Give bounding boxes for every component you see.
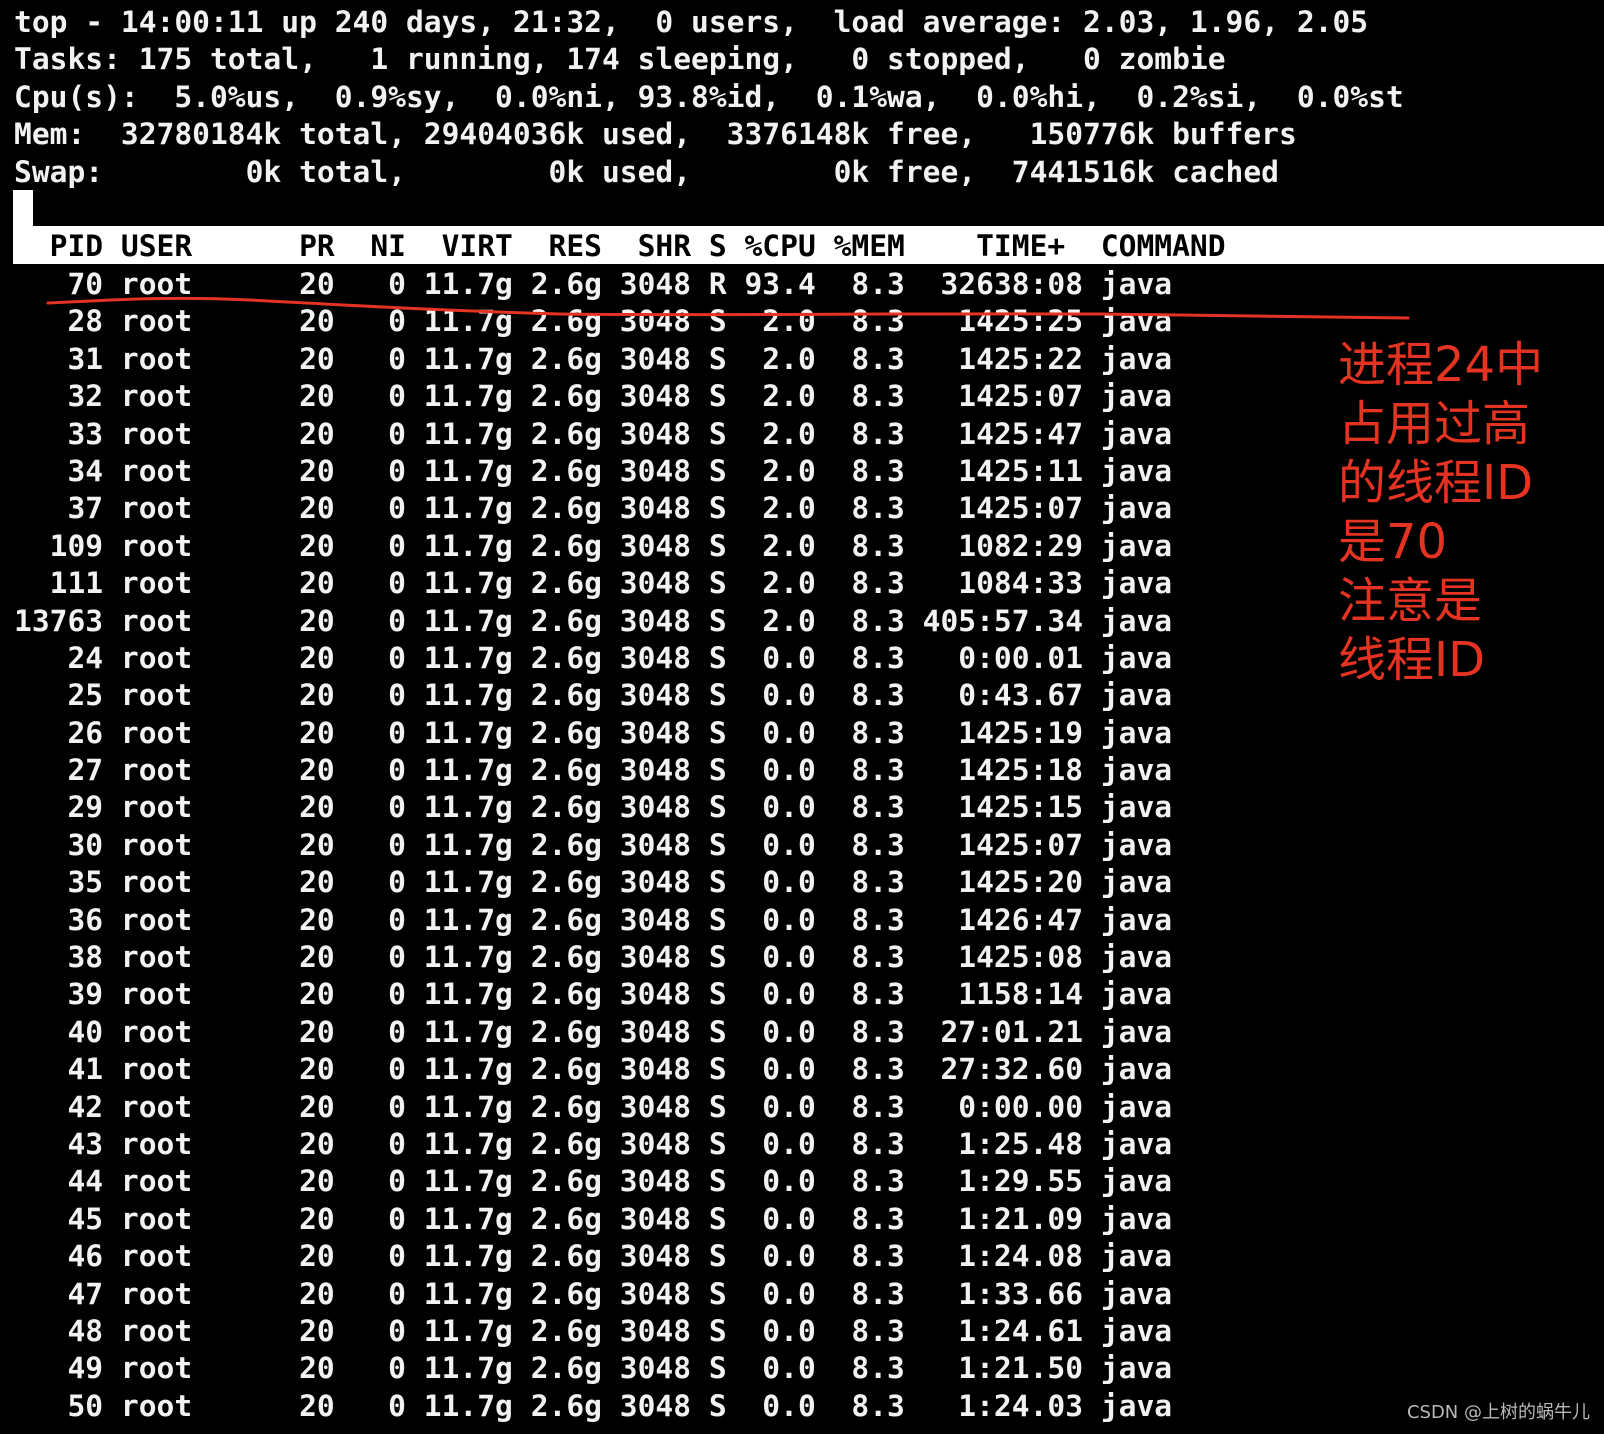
annotation-line: 的线程ID xyxy=(1338,455,1534,511)
table-row: 29 root 20 0 11.7g 2.6g 3048 S 0.0 8.3 1… xyxy=(14,790,1173,825)
process-table-body: 70 root 20 0 11.7g 2.6g 3048 R 93.4 8.3 … xyxy=(14,266,1172,1425)
table-row: 45 root 20 0 11.7g 2.6g 3048 S 0.0 8.3 1… xyxy=(14,1201,1173,1236)
annotation-line: 进程24中 xyxy=(1338,337,1544,393)
annotation-line: 占用过高 xyxy=(1338,396,1531,452)
table-row: 34 root 20 0 11.7g 2.6g 3048 S 2.0 8.3 1… xyxy=(14,453,1173,488)
annotation-line: 线程ID xyxy=(1338,632,1486,688)
table-row: 44 root 20 0 11.7g 2.6g 3048 S 0.0 8.3 1… xyxy=(14,1164,1173,1199)
table-row: 33 root 20 0 11.7g 2.6g 3048 S 2.0 8.3 1… xyxy=(14,416,1173,451)
table-row: 41 root 20 0 11.7g 2.6g 3048 S 0.0 8.3 2… xyxy=(14,1052,1173,1087)
table-row: 39 root 20 0 11.7g 2.6g 3048 S 0.0 8.3 1… xyxy=(14,977,1173,1012)
table-row: 48 root 20 0 11.7g 2.6g 3048 S 0.0 8.3 1… xyxy=(14,1313,1173,1348)
terminal-window: top - 14:00:11 up 240 days, 21:32, 0 use… xyxy=(0,0,1604,1434)
table-row: 36 root 20 0 11.7g 2.6g 3048 S 0.0 8.3 1… xyxy=(14,902,1173,937)
summary-swap-line: Swap: 0k total, 0k used, 0k free, 744151… xyxy=(14,154,1280,189)
red-note-annotation: 进程24中 占用过高 的线程ID 是70 注意是 线程ID xyxy=(1338,336,1598,690)
summary-cpu-line: Cpu(s): 5.0%us, 0.9%sy, 0.0%ni, 93.8%id,… xyxy=(14,79,1404,114)
table-row: 42 root 20 0 11.7g 2.6g 3048 S 0.0 8.3 0… xyxy=(14,1089,1173,1124)
annotation-line: 注意是 xyxy=(1338,573,1483,629)
table-row: 40 root 20 0 11.7g 2.6g 3048 S 0.0 8.3 2… xyxy=(14,1014,1173,1049)
table-row: 13763 root 20 0 11.7g 2.6g 3048 S 2.0 8.… xyxy=(14,603,1173,638)
table-row: 49 root 20 0 11.7g 2.6g 3048 S 0.0 8.3 1… xyxy=(14,1351,1173,1386)
table-row: 47 root 20 0 11.7g 2.6g 3048 S 0.0 8.3 1… xyxy=(14,1276,1173,1311)
table-row: 46 root 20 0 11.7g 2.6g 3048 S 0.0 8.3 1… xyxy=(14,1239,1173,1274)
table-row: 109 root 20 0 11.7g 2.6g 3048 S 2.0 8.3 … xyxy=(14,528,1173,563)
table-row: 30 root 20 0 11.7g 2.6g 3048 S 0.0 8.3 1… xyxy=(14,827,1173,862)
table-row: 27 root 20 0 11.7g 2.6g 3048 S 0.0 8.3 1… xyxy=(14,753,1173,788)
terminal-cursor xyxy=(13,190,33,226)
process-table-header: PID USER PR NI VIRT RES SHR S %CPU %MEM … xyxy=(14,229,1226,263)
summary-tasks-line: Tasks: 175 total, 1 running, 174 sleepin… xyxy=(14,42,1226,77)
table-row: 37 root 20 0 11.7g 2.6g 3048 S 2.0 8.3 1… xyxy=(14,491,1173,526)
summary-uptime-line: top - 14:00:11 up 240 days, 21:32, 0 use… xyxy=(14,5,1369,39)
table-row: 38 root 20 0 11.7g 2.6g 3048 S 0.0 8.3 1… xyxy=(14,940,1173,975)
table-row: 50 root 20 0 11.7g 2.6g 3048 S 0.0 8.3 1… xyxy=(14,1388,1173,1423)
annotation-line: 是70 xyxy=(1338,514,1448,570)
summary-mem-line: Mem: 32780184k total, 29404036k used, 33… xyxy=(14,117,1297,152)
table-row: 25 root 20 0 11.7g 2.6g 3048 S 0.0 8.3 0… xyxy=(14,678,1173,713)
table-row: 111 root 20 0 11.7g 2.6g 3048 S 2.0 8.3 … xyxy=(14,566,1173,601)
table-row: 35 root 20 0 11.7g 2.6g 3048 S 0.0 8.3 1… xyxy=(14,865,1173,900)
table-row: 70 root 20 0 11.7g 2.6g 3048 R 93.4 8.3 … xyxy=(14,267,1173,301)
table-row: 26 root 20 0 11.7g 2.6g 3048 S 0.0 8.3 1… xyxy=(14,715,1173,750)
top-summary: top - 14:00:11 up 240 days, 21:32, 0 use… xyxy=(14,4,1404,191)
table-row: 24 root 20 0 11.7g 2.6g 3048 S 0.0 8.3 0… xyxy=(14,640,1173,675)
table-row: 32 root 20 0 11.7g 2.6g 3048 S 2.0 8.3 1… xyxy=(14,379,1173,414)
table-row: 43 root 20 0 11.7g 2.6g 3048 S 0.0 8.3 1… xyxy=(14,1126,1173,1161)
table-row: 28 root 20 0 11.7g 2.6g 3048 S 2.0 8.3 1… xyxy=(14,304,1173,339)
table-row: 31 root 20 0 11.7g 2.6g 3048 S 2.0 8.3 1… xyxy=(14,341,1173,376)
watermark: CSDN @上树的蜗牛儿 xyxy=(1406,1402,1590,1423)
